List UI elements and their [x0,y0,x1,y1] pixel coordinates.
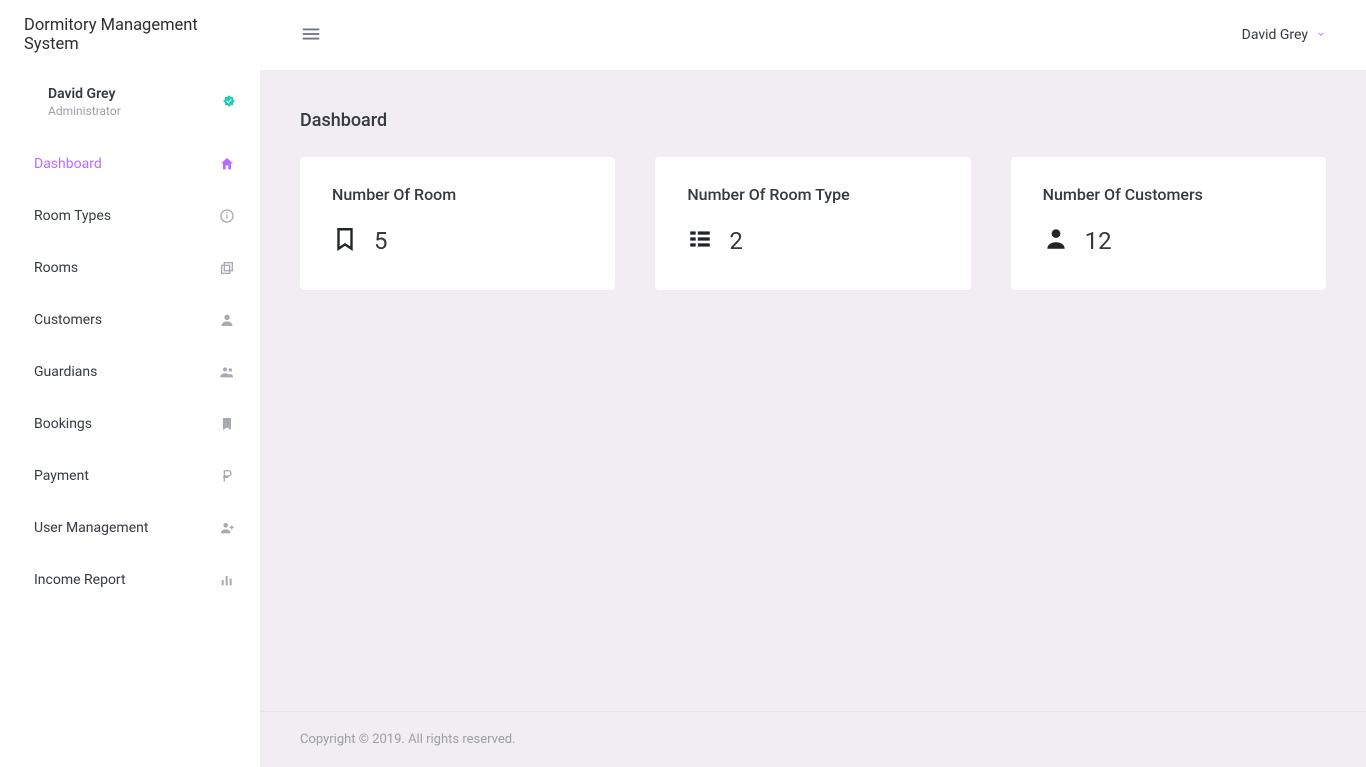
sidebar-item-room-types[interactable]: Room Types [12,194,248,238]
bookmark-icon [218,415,236,433]
profile-role: Administrator [48,104,121,118]
sidebar-item-label: Room Types [34,208,111,224]
sidebar-item-dashboard[interactable]: Dashboard [12,142,248,186]
sidebar-item-income-report[interactable]: Income Report [12,558,248,602]
card-customers: Number Of Customers 12 [1011,157,1326,290]
people-icon [218,363,236,381]
card-title: Number Of Customers [1043,185,1294,204]
sidebar-item-label: Dashboard [34,156,102,172]
brand-title: Dormitory Management System [0,0,260,70]
footer-text: Copyright © 2019. All rights reserved. [300,732,515,747]
sidebar-item-guardians[interactable]: Guardians [12,350,248,394]
sidebar-item-label: Income Report [34,572,126,588]
sidebar-item-customers[interactable]: Customers [12,298,248,342]
sidebar-item-label: Rooms [34,260,78,276]
list-icon [687,226,713,256]
currency-icon [218,467,236,485]
page-title: Dashboard [300,110,1326,131]
card-title: Number Of Room [332,185,583,204]
info-icon [218,207,236,225]
chevron-down-icon [1316,27,1326,43]
page-footer: Copyright © 2019. All rights reserved. [260,711,1366,767]
bookmark-outline-icon [332,226,358,256]
sidebar-item-rooms[interactable]: Rooms [12,246,248,290]
person-solid-icon [1043,226,1069,256]
sidebar-item-user-management[interactable]: User Management [12,506,248,550]
verified-icon [222,93,236,112]
sidebar-item-label: Guardians [34,364,97,380]
card-title: Number Of Room Type [687,185,938,204]
sidebar-item-label: Customers [34,312,102,328]
sidebar-item-label: User Management [34,520,148,536]
copy-icon [218,259,236,277]
user-menu[interactable]: David Grey [1242,27,1326,43]
bar-chart-icon [218,571,236,589]
cards-row: Number Of Room 5 Number Of Room Type [300,157,1326,290]
person-icon [218,311,236,329]
profile-name: David Grey [48,86,121,102]
sidebar-item-label: Bookings [34,416,92,432]
card-value: 2 [729,227,743,255]
card-room-types: Number Of Room Type 2 [655,157,970,290]
card-rooms: Number Of Room 5 [300,157,615,290]
user-menu-name: David Grey [1242,27,1308,43]
card-value: 12 [1085,227,1112,255]
content-area: Dashboard Number Of Room 5 Number Of Roo… [260,70,1366,711]
sidebar: Dormitory Management System David Grey A… [0,0,260,767]
card-value: 5 [374,227,388,255]
sidebar-item-label: Payment [34,468,89,484]
sidebar-profile[interactable]: David Grey Administrator [0,70,260,138]
sidebar-item-bookings[interactable]: Bookings [12,402,248,446]
menu-toggle-button[interactable] [300,23,322,48]
sidebar-item-payment[interactable]: Payment [12,454,248,498]
menu-icon [300,33,322,48]
person-add-icon [218,519,236,537]
home-icon [218,155,236,173]
sidebar-nav: Dashboard Room Types Rooms Customers [0,138,260,606]
topbar: David Grey [260,0,1366,70]
